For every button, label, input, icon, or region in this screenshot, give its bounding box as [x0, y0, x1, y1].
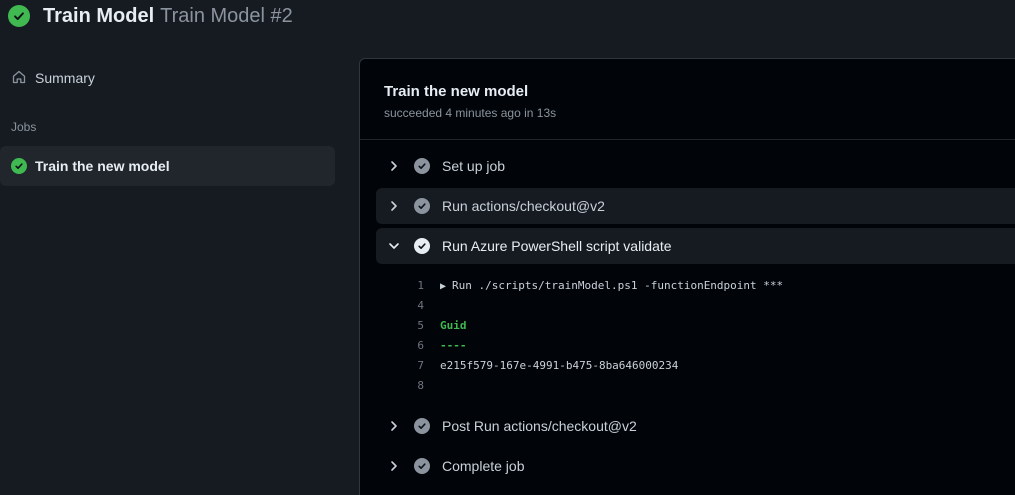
sidebar-item-summary[interactable]: Summary — [0, 58, 335, 98]
step-check-icon — [414, 458, 430, 474]
line-number: 1 — [417, 278, 424, 292]
log-line: 5 Guid — [400, 315, 783, 335]
log-line[interactable]: 1 ▶ Run ./scripts/trainModel.ps1 -functio… — [400, 275, 783, 295]
chevron-right-icon — [386, 420, 402, 432]
step-check-icon — [414, 198, 430, 214]
step-label: Run Azure PowerShell script validate — [442, 238, 672, 254]
job-title: Train the new model — [384, 83, 529, 100]
step-post-checkout[interactable]: Post Run actions/checkout@v2 — [376, 408, 1015, 444]
log-text: e215f579-167e-4991-b475-8ba646000234 — [440, 358, 679, 372]
success-check-icon — [11, 158, 27, 174]
sidebar-item-job[interactable]: Train the new model — [0, 146, 335, 186]
step-azure-powershell[interactable]: Run Azure PowerShell script validate — [376, 228, 1015, 264]
sidebar-item-label: Summary — [35, 70, 95, 86]
step-label: Set up job — [442, 158, 506, 174]
step-label: Post Run actions/checkout@v2 — [442, 418, 637, 434]
step-check-icon — [414, 158, 430, 174]
line-number: 5 — [417, 318, 424, 332]
job-panel: Train the new model succeeded 4 minutes … — [359, 58, 1015, 495]
disclosure-triangle-icon[interactable]: ▶ — [440, 281, 446, 292]
line-number: 7 — [417, 358, 424, 372]
log-line: 6 ---- — [400, 335, 783, 355]
run-label: Train Model #2 — [160, 4, 293, 27]
chevron-down-icon — [386, 240, 402, 252]
log-text: Guid — [440, 318, 467, 332]
sidebar-item-label: Train the new model — [35, 158, 170, 174]
home-icon — [11, 69, 27, 88]
chevron-right-icon — [386, 200, 402, 212]
step-set-up-job[interactable]: Set up job — [376, 148, 1015, 184]
step-complete-job[interactable]: Complete job — [376, 448, 1015, 484]
log-line: 4 — [400, 295, 783, 315]
line-number: 8 — [417, 378, 424, 392]
step-label: Run actions/checkout@v2 — [442, 198, 605, 214]
log-text: ---- — [440, 338, 467, 352]
run-header: Train Model Train Model #2 — [8, 3, 293, 29]
success-check-icon — [8, 5, 30, 27]
job-meta: succeeded 4 minutes ago in 13s — [384, 106, 557, 120]
log-line: 8 — [400, 375, 783, 395]
step-check-icon — [414, 238, 430, 254]
line-number: 6 — [417, 338, 424, 352]
jobs-heading: Jobs — [11, 120, 37, 134]
step-check-icon — [414, 418, 430, 434]
step-log: 1 ▶ Run ./scripts/trainModel.ps1 -functio… — [400, 275, 783, 395]
step-checkout[interactable]: Run actions/checkout@v2 — [376, 188, 1015, 224]
workflow-title: Train Model — [43, 4, 155, 27]
log-text: ▶ Run ./scripts/trainModel.ps1 -functionE… — [440, 278, 784, 292]
step-label: Complete job — [442, 458, 525, 474]
divider — [360, 139, 1015, 140]
chevron-right-icon — [386, 160, 402, 172]
line-number: 4 — [417, 298, 424, 312]
log-line: 7 e215f579-167e-4991-b475-8ba646000234 — [400, 355, 783, 375]
job-header: Train the new model succeeded 4 minutes … — [384, 83, 556, 120]
chevron-right-icon — [386, 460, 402, 472]
